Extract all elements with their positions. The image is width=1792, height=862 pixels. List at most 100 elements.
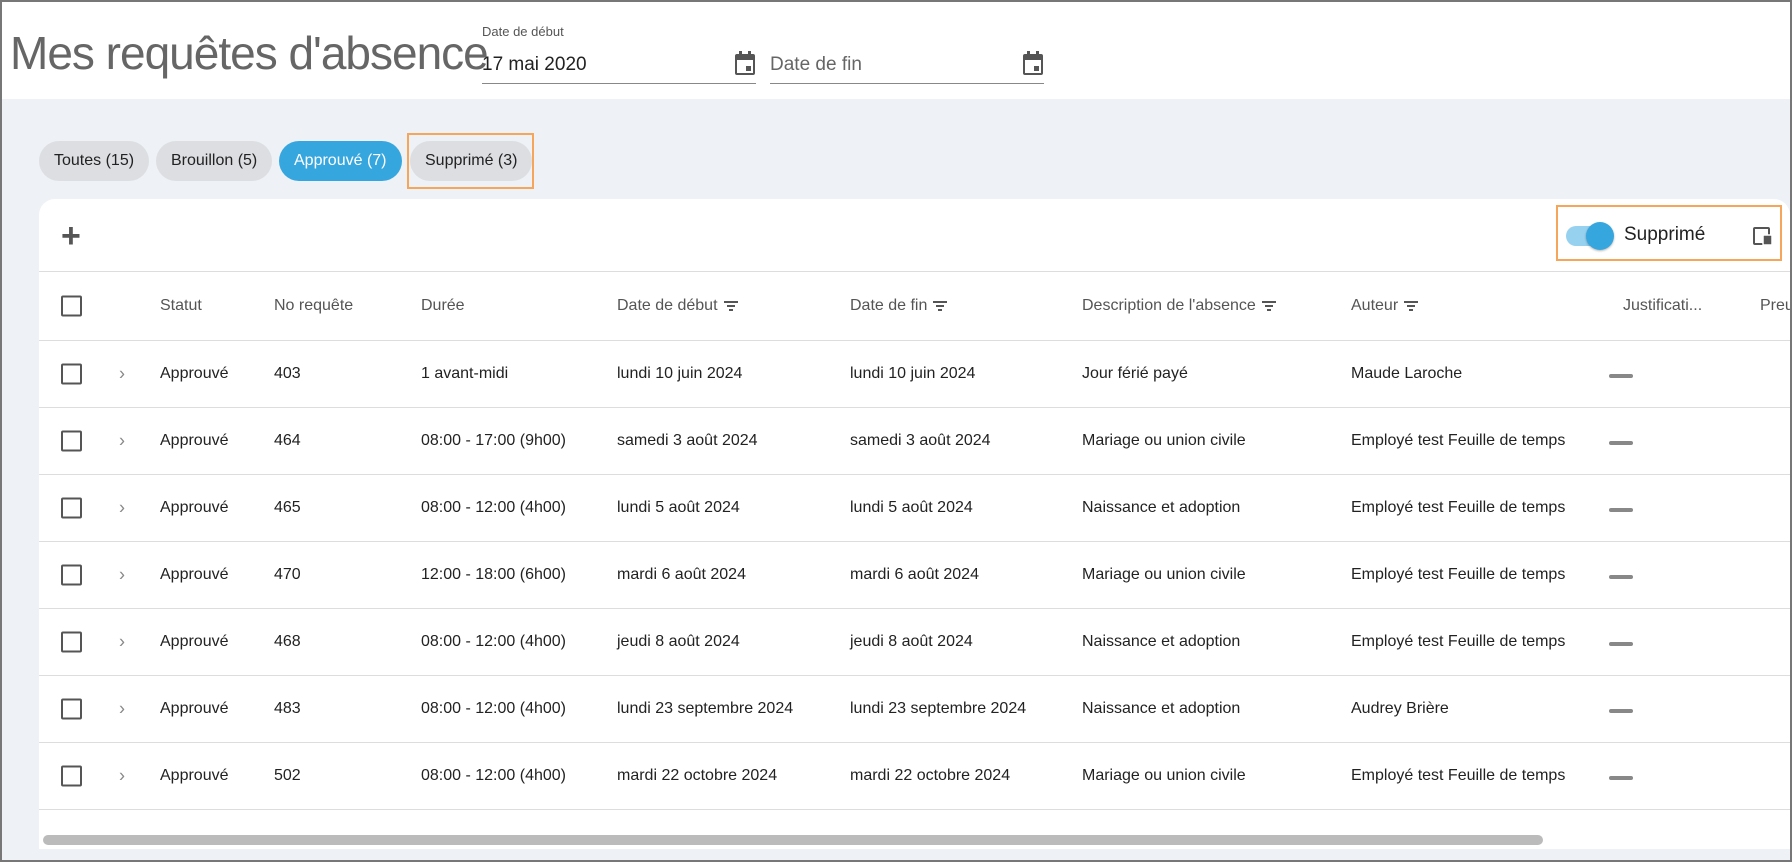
column-header-label: Auteur [1351,297,1399,314]
table-cell: 483 [274,700,301,717]
proof-empty-indicator [1609,575,1633,579]
table-cell: 08:00 - 12:00 (4h00) [421,767,566,784]
expand-chevron-icon[interactable]: › [119,364,125,385]
filter-chip-approuve[interactable]: Approuvé (7) [279,141,402,181]
page-title: Mes requêtes d'absence [10,27,489,79]
table-cell: 465 [274,499,301,516]
table-cell: lundi 10 juin 2024 [850,365,976,382]
expand-chevron-icon[interactable]: › [119,565,125,586]
table-row[interactable]: › Approuvé 483 08:00 - 12:00 (4h00) lundi 23… [39,675,1790,742]
filter-chip-brouillon[interactable]: Brouillon (5) [156,141,273,181]
table-cell: Naissance et adoption [1082,633,1241,650]
row-checkbox[interactable] [61,430,82,452]
table-cell: 470 [274,566,301,583]
select-all-checkbox[interactable] [61,295,82,317]
table-cell: 468 [274,633,301,650]
table-cell: Naissance et adoption [1082,700,1241,717]
filter-icon[interactable] [1261,300,1276,311]
table-row[interactable]: › Approuvé 464 08:00 - 17:00 (9h00) samedi 3… [39,407,1790,474]
start-date-label: Date de début [482,24,564,39]
expand-chevron-icon[interactable]: › [119,766,125,787]
table-cell: Approuvé [160,767,229,784]
expand-chevron-icon[interactable]: › [119,498,125,519]
column-header[interactable]: Statut [160,297,202,315]
row-checkbox[interactable] [61,564,82,586]
table-cell: Approuvé [160,499,229,516]
row-checkbox[interactable] [61,698,82,720]
column-header[interactable]: Description de l'absence [1082,297,1276,315]
table-header-row: Statut No requête Durée Date de début Date d… [39,271,1790,340]
proof-empty-indicator [1609,642,1633,646]
table-cell: lundi 23 septembre 2024 [617,700,794,717]
table-row[interactable]: › Approuvé 502 08:00 - 12:00 (4h00) mardi 22… [39,742,1790,809]
expand-chevron-icon[interactable]: › [119,699,125,720]
table-row[interactable]: › Approuvé 465 08:00 - 12:00 (4h00) lundi 5 … [39,474,1790,541]
table-cell: Naissance et adoption [1082,499,1241,516]
expand-chevron-icon[interactable]: › [119,431,125,452]
table-cell: Mariage ou union civile [1082,432,1246,449]
calendar-icon[interactable] [734,50,756,76]
expand-chevron-icon[interactable]: › [119,632,125,653]
table-cell: Employé test Feuille de temps [1351,633,1566,650]
table-cell: 464 [274,432,301,449]
column-header[interactable]: Date de fin [850,297,948,315]
column-header-label: Durée [421,297,465,314]
column-header[interactable]: Justificati... [1623,297,1702,315]
column-header-label: Description de l'absence [1082,297,1256,314]
row-checkbox[interactable] [61,497,82,519]
highlight-box [407,133,534,189]
horizontal-scrollbar[interactable] [43,835,1543,845]
table-cell: lundi 10 juin 2024 [617,365,743,382]
column-header-label: Statut [160,297,202,314]
table-cell: samedi 3 août 2024 [617,432,758,449]
column-header-label: Justificati... [1623,297,1703,314]
filter-chip-toutes[interactable]: Toutes (15) [39,141,150,181]
page-header: Mes requêtes d'absence Date de début 17 … [2,2,1790,99]
table-cell: Approuvé [160,365,229,382]
filter-icon[interactable] [1404,300,1419,311]
proof-empty-indicator [1609,709,1633,713]
proof-empty-indicator [1609,374,1633,378]
column-header[interactable]: Date de début [617,297,738,315]
row-checkbox[interactable] [61,765,82,787]
table-cell: samedi 3 août 2024 [850,432,991,449]
table-cell: mardi 6 août 2024 [617,566,746,583]
table-cell: mardi 22 octobre 2024 [850,767,1011,784]
column-header-label: Date de fin [850,297,928,314]
table-cell: lundi 5 août 2024 [850,499,973,516]
column-header[interactable]: Durée [421,297,465,315]
filter-icon[interactable] [723,300,738,311]
table-cell: Employé test Feuille de temps [1351,432,1566,449]
table-row[interactable]: › Approuvé 468 08:00 - 12:00 (4h00) jeudi 8 … [39,608,1790,675]
table-cell: 1 avant-midi [421,365,509,382]
table-cell: 502 [274,767,301,784]
table-cell: Approuvé [160,700,229,717]
table-cell: 08:00 - 12:00 (4h00) [421,499,566,516]
column-header[interactable]: Preu [1760,297,1790,315]
table-cell: Maude Laroche [1351,365,1463,382]
end-date-field[interactable]: Date de fin [770,22,1044,84]
table-cell: mardi 6 août 2024 [850,566,979,583]
calendar-icon[interactable] [1022,50,1044,76]
proof-empty-indicator [1609,776,1633,780]
table-cell: Audrey Brière [1351,700,1449,717]
table-cell: Approuvé [160,633,229,650]
row-checkbox[interactable] [61,363,82,385]
table-cell: lundi 5 août 2024 [617,499,740,516]
table-cell: mardi 22 octobre 2024 [617,767,778,784]
add-request-button[interactable]: + [61,217,81,256]
filter-icon[interactable] [933,300,948,311]
table-cell: Mariage ou union civile [1082,566,1246,583]
table-cell: Employé test Feuille de temps [1351,566,1566,583]
table-cell: jeudi 8 août 2024 [617,633,740,650]
column-header[interactable]: Auteur [1351,297,1419,315]
table-cell: jeudi 8 août 2024 [850,633,973,650]
row-checkbox[interactable] [61,631,82,653]
column-header-label: Preu [1760,297,1790,314]
table-row[interactable]: › Approuvé 470 12:00 - 18:00 (6h00) mardi 6 … [39,541,1790,608]
column-header[interactable]: No requête [274,297,353,315]
table-cell: Approuvé [160,432,229,449]
column-header-label: No requête [274,297,354,314]
table-row[interactable]: › Approuvé 403 1 avant-midi lundi 10 juin 20… [39,340,1790,407]
start-date-field[interactable]: Date de début 17 mai 2020 [482,22,756,84]
